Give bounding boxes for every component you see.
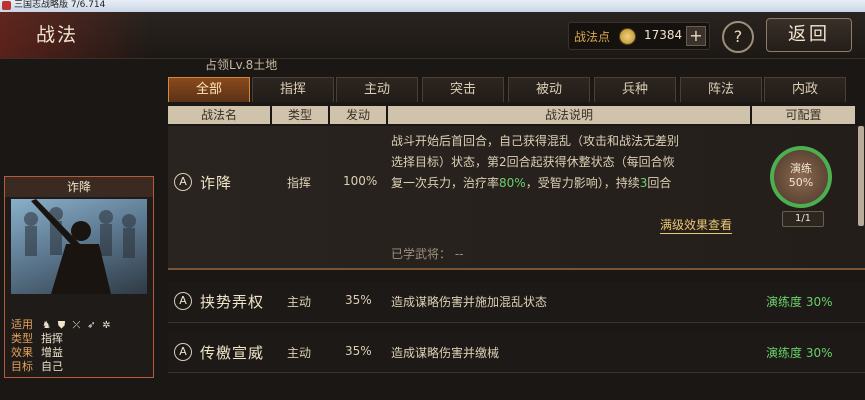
card-row-type: 类型 指挥: [11, 332, 112, 346]
back-button[interactable]: 返回: [766, 18, 852, 52]
practice-progress-inner: 演练 50%: [774, 150, 828, 204]
skill-card-info: 适用 ♞ ⛊ ⤫ ➶ ✲ 类型 指挥 效果 增益 目标 自己: [11, 318, 112, 374]
skill-type: 主动: [287, 346, 312, 360]
description-text: 回合: [647, 176, 672, 190]
mastery-value: 演练度 30%: [766, 346, 833, 360]
tab-assault[interactable]: 突击: [422, 77, 504, 102]
description-line: 复一次兵力，治疗率80%，受智力影响），持续3回合: [391, 173, 751, 194]
skill-points-box: 战法点 17384 +: [568, 22, 710, 50]
column-header-type[interactable]: 类型: [272, 106, 328, 124]
skill-name: 诈降: [200, 174, 233, 192]
unlock-condition: 占领Lv.8土地: [205, 58, 278, 72]
tab-formation[interactable]: 阵法: [680, 77, 762, 102]
skill-card[interactable]: 诈降 适用 ♞ ⛊ ⤫ ➶ ✲ 类型 指挥 效果 增益 目标 自己: [4, 176, 154, 378]
general-portrait: [11, 199, 147, 294]
practice-progress-ring[interactable]: 演练 50%: [770, 146, 832, 208]
card-row-value: 增益: [41, 346, 63, 359]
grade-badge: A: [174, 173, 192, 191]
heal-rate: 80%: [499, 176, 526, 190]
coin-icon: [619, 28, 636, 45]
slot-count: 1/1: [782, 211, 824, 227]
learned-generals: 已学武将： --: [391, 247, 464, 261]
description-text: 复一次兵力，治疗率: [391, 176, 500, 190]
card-row-value: 自己: [41, 360, 63, 373]
practice-value: 50%: [788, 176, 814, 189]
skill-description: 造成谋略伤害并施加混乱状态: [391, 295, 548, 309]
description-text: ，受智力影响），持续: [525, 176, 640, 190]
card-row-effect: 效果 增益: [11, 346, 112, 360]
spear-icon: ➶: [87, 319, 96, 331]
troop-type-icons: ♞ ⛊ ⤫ ➶ ✲: [41, 318, 112, 332]
skill-points-value: 17384: [644, 28, 683, 42]
tab-passive[interactable]: 被动: [508, 77, 590, 102]
skill-description: 造成谋略伤害并缴械: [391, 346, 500, 360]
column-header-rate[interactable]: 发动: [330, 106, 386, 124]
description-line: 选择目标）状态，第2回合起获得休整状态（每回合恢: [391, 155, 675, 169]
window-title: 三国志战略版 7/6.714: [14, 0, 106, 10]
description-line: 战斗开始后首回合，自己获得混乱（攻击和战法无差别: [391, 134, 680, 148]
skill-name: 挟势弄权: [200, 293, 265, 311]
card-row-usable: 适用 ♞ ⛊ ⤫ ➶ ✲: [11, 318, 112, 332]
header-bar: 战法 战法点 17384 + ? 返回: [0, 12, 865, 59]
skill-rate: 35%: [345, 293, 372, 307]
card-row-label: 效果: [11, 346, 33, 359]
tab-all[interactable]: 全部: [168, 77, 250, 102]
add-points-button[interactable]: +: [686, 26, 706, 46]
skill-type: 主动: [287, 295, 312, 309]
tab-active[interactable]: 主动: [336, 77, 418, 102]
skill-name: 传檄宣威: [200, 344, 265, 362]
column-header-name[interactable]: 战法名: [168, 106, 270, 124]
wheel-icon: ✲: [102, 319, 111, 331]
tab-command[interactable]: 指挥: [252, 77, 334, 102]
skill-description: 战斗开始后首回合，自己获得混乱（攻击和战法无差别 选择目标）状态，第2回合起获得…: [391, 131, 751, 194]
skill-type: 指挥: [287, 176, 312, 190]
page-title: 战法: [36, 24, 79, 46]
app-icon: [2, 1, 11, 10]
column-header-configurable[interactable]: 可配置: [752, 106, 855, 124]
grade-badge: A: [174, 343, 192, 361]
mastery-value: 演练度 30%: [766, 295, 833, 309]
tab-internal[interactable]: 内政: [764, 77, 846, 102]
practice-label: 演练: [790, 162, 812, 175]
skill-row[interactable]: [168, 332, 865, 373]
grade-badge: A: [174, 292, 192, 310]
skill-points-label: 战法点: [574, 30, 611, 44]
category-tabs: 全部 指挥 主动 突击 被动 兵种 阵法 内政: [168, 77, 865, 103]
card-row-label: 目标: [11, 360, 33, 373]
column-header-description: 战法说明: [388, 106, 750, 124]
help-button[interactable]: ?: [722, 21, 754, 53]
crossbow-icon: ⤫: [72, 319, 81, 331]
card-row-target: 目标 自己: [11, 360, 112, 374]
skill-rate: 100%: [343, 174, 378, 188]
shield-icon: ⛊: [57, 319, 66, 331]
card-row-value: 指挥: [41, 332, 63, 345]
warrior-silhouette-icon: [24, 199, 136, 294]
card-row-label: 类型: [11, 332, 33, 345]
card-row-label: 适用: [11, 318, 33, 331]
skill-rate: 35%: [345, 344, 372, 358]
horse-icon: ♞: [42, 319, 51, 331]
max-level-effect-link[interactable]: 满级效果查看: [660, 216, 733, 234]
list-scrollbar[interactable]: [858, 126, 864, 226]
skill-card-name: 诈降: [5, 177, 153, 197]
tab-troop[interactable]: 兵种: [594, 77, 676, 102]
